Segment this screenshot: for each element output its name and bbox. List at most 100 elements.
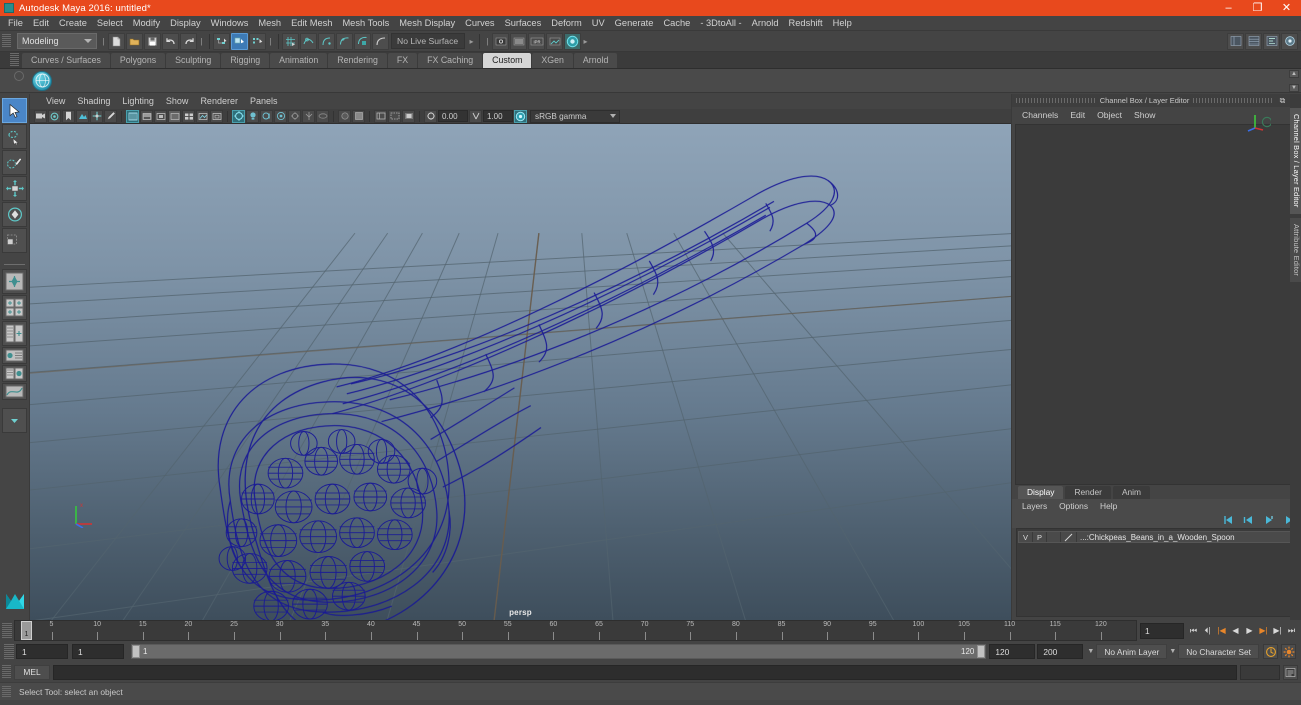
- four-pane-layout[interactable]: [2, 295, 27, 320]
- new-scene-icon[interactable]: [108, 32, 125, 50]
- side-tab-attribute-editor[interactable]: Attribute Editor: [1290, 217, 1301, 282]
- menu-mesh-tools[interactable]: Mesh Tools: [337, 16, 394, 31]
- maximize-button[interactable]: ❐: [1243, 0, 1272, 16]
- select-by-hierarchy-icon[interactable]: [213, 32, 230, 50]
- panel-drag-handle-left[interactable]: [1016, 98, 1096, 103]
- current-time-indicator[interactable]: 1: [21, 621, 32, 640]
- menu-arnold[interactable]: Arnold: [747, 16, 784, 31]
- undo-icon[interactable]: [162, 32, 179, 50]
- character-set-selector[interactable]: No Character Set: [1178, 644, 1259, 659]
- animation-start-time-field[interactable]: 1: [16, 644, 68, 659]
- hypershade-persp-layout[interactable]: [2, 365, 27, 382]
- shelf-tab-custom[interactable]: Custom: [483, 53, 532, 68]
- menu-mesh[interactable]: Mesh: [253, 16, 286, 31]
- gate-mask-icon[interactable]: [402, 109, 415, 123]
- layer-editor-tab-render[interactable]: Render: [1065, 486, 1111, 499]
- menu-deform[interactable]: Deform: [546, 16, 586, 31]
- select-by-component-type-icon[interactable]: [249, 32, 266, 50]
- layer-type-cell[interactable]: [1047, 532, 1061, 542]
- perspective-viewport[interactable]: x persp: [30, 124, 1011, 620]
- auto-keyframe-icon[interactable]: [1263, 644, 1278, 659]
- playback-end-time-field[interactable]: 120: [989, 644, 1036, 659]
- menu-cache[interactable]: Cache: [658, 16, 695, 31]
- shelf-tab-curves-surfaces[interactable]: Curves / Surfaces: [22, 53, 110, 68]
- statusline-collapse-4[interactable]: ▸: [467, 33, 476, 50]
- layer-menu-options[interactable]: Options: [1053, 499, 1094, 513]
- rotate-tool[interactable]: [2, 202, 27, 227]
- anim-layer-chevron-down-icon[interactable]: ▼: [1167, 644, 1178, 659]
- minimize-button[interactable]: –: [1214, 0, 1243, 16]
- menu-mesh-display[interactable]: Mesh Display: [394, 16, 460, 31]
- show-hide-editors-icon[interactable]: [1227, 32, 1244, 50]
- range-start-handle[interactable]: [132, 645, 140, 658]
- time-slider-grip[interactable]: [2, 623, 12, 638]
- lasso-select-tool[interactable]: [2, 124, 27, 149]
- step-back-frame-icon[interactable]: |◀: [1215, 622, 1228, 639]
- command-input[interactable]: [53, 664, 1237, 680]
- playback-start-time-field[interactable]: 1: [72, 644, 124, 659]
- persp-outliner-layout[interactable]: [2, 347, 27, 364]
- smooth-shade-selected-icon[interactable]: [154, 109, 167, 123]
- command-result-field[interactable]: [1240, 664, 1280, 680]
- camera-attributes-icon[interactable]: [48, 109, 61, 123]
- screen-space-ao-icon[interactable]: [274, 109, 287, 123]
- list-item[interactable]: V P ...:Chickpeas_Beans_in_a_Wooden_Spoo…: [1018, 531, 1295, 543]
- menu-uv[interactable]: UV: [587, 16, 610, 31]
- menu-select[interactable]: Select: [92, 16, 128, 31]
- redo-icon[interactable]: [180, 32, 197, 50]
- paint-select-tool[interactable]: [2, 150, 27, 175]
- shelf-tab-fx[interactable]: FX: [387, 53, 418, 68]
- move-tool[interactable]: [2, 176, 27, 201]
- range-slider-bar[interactable]: 1 120: [131, 644, 987, 659]
- multisample-aa-icon[interactable]: [302, 109, 315, 123]
- save-scene-icon[interactable]: [144, 32, 161, 50]
- help-line-grip[interactable]: [2, 685, 11, 698]
- layout-presets-menu[interactable]: [2, 408, 27, 433]
- statusline-collapse-1[interactable]: |: [99, 33, 108, 50]
- menu-help[interactable]: Help: [828, 16, 857, 31]
- snap-to-grid-icon[interactable]: [282, 32, 299, 50]
- wireframe-shading-icon[interactable]: [126, 109, 139, 123]
- animation-preferences-icon[interactable]: [1281, 644, 1296, 659]
- xray-icon[interactable]: [210, 109, 223, 123]
- use-default-lighting-icon[interactable]: [232, 109, 245, 123]
- layer-menu-layers[interactable]: Layers: [1016, 499, 1053, 513]
- panel-drag-handle-right[interactable]: [1193, 98, 1274, 103]
- exposure-field[interactable]: 0.00: [438, 110, 468, 122]
- close-button[interactable]: ✕: [1272, 0, 1301, 16]
- viewport-menu-view[interactable]: View: [40, 94, 71, 109]
- gamma-icon[interactable]: [469, 109, 482, 123]
- channel-box-content[interactable]: [1015, 124, 1299, 485]
- menu-create[interactable]: Create: [54, 16, 92, 31]
- play-forwards-icon[interactable]: ▶: [1243, 622, 1256, 639]
- range-end-handle[interactable]: [977, 645, 986, 658]
- snap-to-projected-center-icon[interactable]: [336, 32, 353, 50]
- resolution-gate-icon[interactable]: [388, 109, 401, 123]
- channel-box-menu-channels[interactable]: Channels: [1016, 107, 1064, 123]
- statusline-collapse-5[interactable]: |: [483, 33, 492, 50]
- layer-visibility-toggle[interactable]: V: [1019, 532, 1033, 542]
- scale-tool[interactable]: [2, 228, 27, 253]
- menu-redshift[interactable]: Redshift: [784, 16, 828, 31]
- live-surface-field[interactable]: No Live Surface: [391, 33, 465, 49]
- script-editor-icon[interactable]: [1283, 664, 1298, 680]
- animation-end-time-field[interactable]: 200: [1037, 644, 1084, 659]
- snap-to-point-icon[interactable]: [318, 32, 335, 50]
- menu-modify[interactable]: Modify: [128, 16, 165, 31]
- texture-icon[interactable]: [196, 109, 209, 123]
- use-all-lights-icon[interactable]: [246, 109, 259, 123]
- shadows-icon[interactable]: [260, 109, 273, 123]
- go-to-start-icon[interactable]: ⏮: [1187, 622, 1200, 639]
- select-camera-icon[interactable]: [34, 109, 47, 123]
- render-view-icon[interactable]: [564, 32, 581, 50]
- attribute-editor-icon[interactable]: [1263, 32, 1280, 50]
- play-backwards-icon[interactable]: ◀: [1229, 622, 1242, 639]
- menu-edit-mesh[interactable]: Edit Mesh: [286, 16, 337, 31]
- shelf-tab-rigging[interactable]: Rigging: [221, 53, 270, 68]
- menu-surfaces[interactable]: Surfaces: [500, 16, 547, 31]
- menu-edit[interactable]: Edit: [28, 16, 54, 31]
- new-layer-icon[interactable]: [1263, 512, 1275, 530]
- statusline-grip[interactable]: [2, 34, 11, 48]
- viewport-menu-renderer[interactable]: Renderer: [194, 94, 244, 109]
- shelf-tab-fx-caching[interactable]: FX Caching: [418, 53, 483, 68]
